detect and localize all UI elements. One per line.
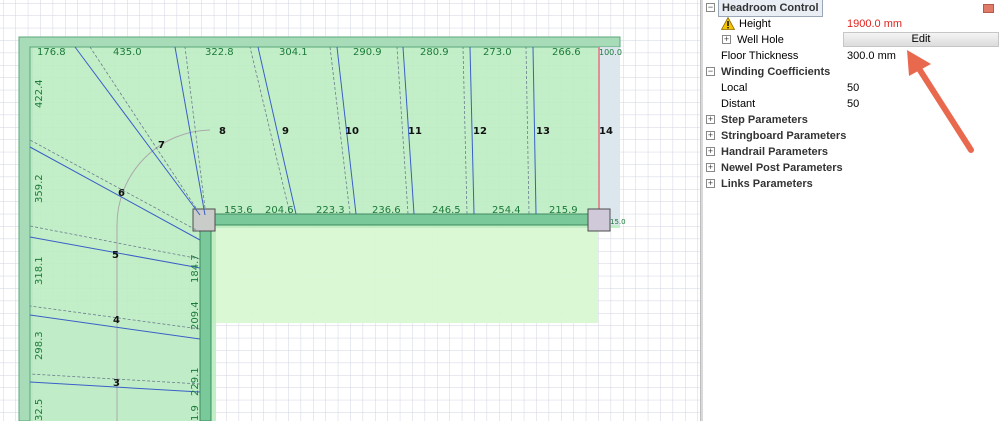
dim-left-5: 32.5 [34, 399, 45, 421]
annotation-arrow-icon [907, 50, 974, 153]
step-number-7[interactable]: 7 [158, 140, 165, 151]
step-number-4[interactable]: 4 [113, 315, 120, 326]
dim-top-2: 435.0 [113, 47, 142, 58]
dim-inner-6: 254.4 [492, 205, 521, 216]
dim-top-3: 322.8 [205, 47, 234, 58]
dim-inner-1: 153.6 [224, 205, 253, 216]
step-number-12[interactable]: 12 [473, 126, 487, 137]
newel-post-end[interactable] [587, 208, 611, 232]
dim-inner-7: 215.9 [549, 205, 578, 216]
dim-inner-left-3: 229.1 [190, 367, 201, 396]
dim-inner-4: 236.6 [372, 205, 401, 216]
dim-top-9: 100.0 [599, 48, 622, 57]
step-number-5[interactable]: 5 [112, 250, 119, 261]
step-number-9[interactable]: 9 [282, 126, 289, 137]
newel-post-corner[interactable] [192, 208, 216, 232]
step-number-6[interactable]: 6 [118, 188, 125, 199]
dim-inner-left-1: 184.7 [190, 254, 201, 283]
dim-inner-2: 204.6 [265, 205, 294, 216]
inner-stringboard-vertical [199, 224, 212, 421]
stair-plan-canvas[interactable]: 176.8 435.0 322.8 304.1 290.9 280.9 273.… [0, 0, 700, 421]
dim-inner-5: 246.5 [432, 205, 461, 216]
dim-top-8: 266.6 [552, 47, 581, 58]
step-number-3[interactable]: 3 [113, 378, 120, 389]
dim-top-4: 304.1 [279, 47, 308, 58]
step-number-8[interactable]: 8 [219, 126, 226, 137]
dim-inner-3: 223.3 [316, 205, 345, 216]
dim-top-5: 290.9 [353, 47, 382, 58]
dim-left-4: 298.3 [34, 331, 45, 360]
dim-left-2: 359.2 [34, 174, 45, 203]
dim-top-7: 273.0 [483, 47, 512, 58]
dim-top-6: 280.9 [420, 47, 449, 58]
step-number-14[interactable]: 14 [599, 126, 613, 137]
step-number-10[interactable]: 10 [345, 126, 359, 137]
dim-left-1: 422.4 [34, 79, 45, 108]
dim-inner-left-4: 1.9 [190, 405, 201, 421]
step-number-11[interactable]: 11 [408, 126, 422, 137]
properties-panel: − Headroom Control Height 1900.0 mm + We… [703, 0, 1000, 421]
dim-top-1: 176.8 [37, 47, 66, 58]
dim-left-3: 318.1 [34, 256, 45, 285]
step-number-13[interactable]: 13 [536, 126, 550, 137]
dim-small: 15.0 [610, 218, 626, 226]
landing-area [200, 220, 598, 323]
dim-inner-left-2: 209.4 [190, 301, 201, 330]
